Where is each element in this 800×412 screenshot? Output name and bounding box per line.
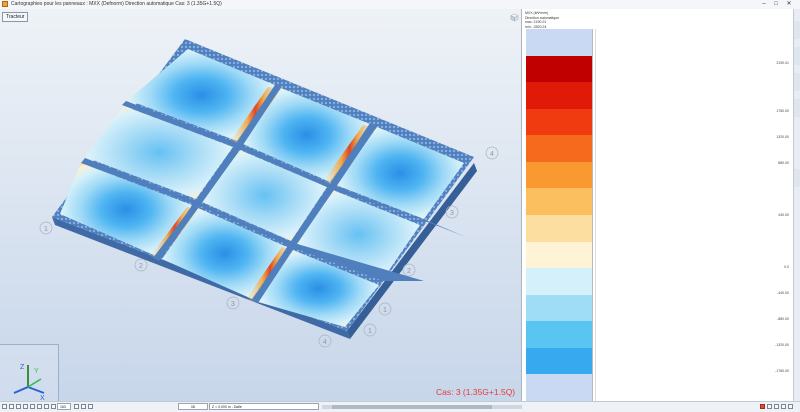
legend-value: 1320.00 — [776, 135, 789, 139]
save-icon[interactable] — [16, 404, 21, 409]
print-icon[interactable] — [23, 404, 28, 409]
legend-color-bar — [526, 29, 592, 402]
legend-value: 880.00 — [778, 161, 789, 165]
side-panel-strip[interactable] — [793, 9, 800, 401]
grid-label: 2 — [134, 258, 148, 272]
grid-label: 2 — [402, 263, 416, 277]
settings-icon[interactable] — [44, 404, 49, 409]
legend-info: MXX (kN*m/m) Direction automatique max: … — [525, 11, 559, 29]
legend-color-band — [526, 294, 592, 322]
open-icon[interactable] — [9, 404, 14, 409]
load-case-label: Cas: 3 (1.35G+1.5Q) — [436, 387, 516, 397]
layers-icon[interactable] — [51, 404, 56, 409]
legend-value: -440.00 — [777, 291, 789, 295]
grid-label: 4 — [485, 146, 499, 160]
lock-icon[interactable] — [30, 404, 35, 409]
legend-color-band — [526, 347, 592, 375]
help-icon[interactable] — [788, 404, 793, 409]
grid-label: 3 — [445, 205, 459, 219]
legend-value: 2190.01 — [776, 61, 789, 65]
legend-value: -1760.00 — [775, 369, 789, 373]
grid-icon[interactable] — [37, 404, 42, 409]
side-tab[interactable] — [794, 47, 800, 65]
view-mode-field[interactable]: 3D — [178, 403, 208, 410]
units-icon[interactable] — [781, 404, 786, 409]
svg-text:1: 1 — [368, 328, 372, 335]
svg-text:3: 3 — [450, 210, 454, 217]
scrollbar-thumb[interactable] — [332, 405, 492, 409]
page-number-field[interactable]: 163 — [57, 403, 71, 410]
y-axis-label: Y — [34, 368, 39, 375]
axes-triad: Z Y X — [0, 344, 59, 401]
legend-color-band — [526, 108, 592, 136]
legend-value: -1320.00 — [775, 343, 789, 347]
svg-text:1: 1 — [383, 307, 387, 314]
status-bar: 163 3D Z = 0,000 m - Dalle — [0, 401, 800, 412]
error-icon[interactable] — [760, 404, 765, 409]
legend-value: 1760.00 — [776, 109, 789, 113]
nav-icon[interactable] — [74, 404, 79, 409]
legend-value: 440.00 — [778, 213, 789, 217]
side-tab[interactable] — [794, 73, 800, 91]
svg-text:4: 4 — [490, 151, 494, 158]
legend-color-band — [526, 29, 592, 57]
legend-color-band — [526, 268, 592, 296]
grid-label: 3 — [226, 296, 240, 310]
legend-color-band — [526, 241, 592, 269]
grid-label: 1 — [378, 302, 392, 316]
warning-icon[interactable] — [767, 404, 772, 409]
legend-value: -880.00 — [777, 317, 789, 321]
nav-icon[interactable] — [81, 404, 86, 409]
grid-label: 1 — [39, 221, 53, 235]
svg-text:2: 2 — [407, 268, 411, 275]
color-legend-panel: MXX (kN*m/m) Direction automatique max: … — [521, 9, 794, 402]
side-tab[interactable] — [794, 99, 800, 117]
legend-color-band — [526, 374, 592, 402]
grid-label: 1 — [0, 9, 2, 11]
maximize-button[interactable]: □ — [770, 0, 782, 9]
svg-text:4: 4 — [323, 339, 327, 346]
side-tab[interactable] — [794, 169, 800, 187]
svg-text:2: 2 — [139, 263, 143, 270]
grid-label: 1 — [363, 323, 377, 337]
legend-value: 0.0 — [784, 265, 789, 269]
info-icon[interactable] — [774, 404, 779, 409]
minimize-button[interactable]: – — [758, 0, 770, 9]
legend-color-band — [526, 82, 592, 110]
app-icon — [2, 1, 8, 7]
side-tab[interactable] — [794, 21, 800, 39]
new-icon[interactable] — [2, 404, 7, 409]
legend-color-band — [526, 215, 592, 243]
legend-color-band — [526, 55, 592, 83]
svg-text:1: 1 — [44, 226, 48, 233]
close-button[interactable]: ✕ — [783, 0, 795, 9]
legend-color-band — [526, 188, 592, 216]
horizontal-scrollbar[interactable] — [322, 405, 522, 409]
grid-labels: 1 2 3 4 1 2 3 4 1 1 — [0, 9, 499, 348]
z-axis-label: Z — [20, 364, 25, 371]
legend-color-band — [526, 321, 592, 349]
legend-color-band — [526, 161, 592, 189]
z-level-field[interactable]: Z = 0,000 m - Dalle — [209, 403, 319, 410]
svg-text:3: 3 — [231, 301, 235, 308]
model-viewport[interactable]: Tracteur 1 2 3 4 1 2 3 4 1 Z Y X Cas: 3 … — [0, 9, 521, 401]
grid-label: 4 — [318, 334, 332, 348]
window-title: Cartographies pour les panneaux : MXX (D… — [11, 1, 222, 7]
legend-color-band — [526, 135, 592, 163]
nav-icon[interactable] — [88, 404, 93, 409]
